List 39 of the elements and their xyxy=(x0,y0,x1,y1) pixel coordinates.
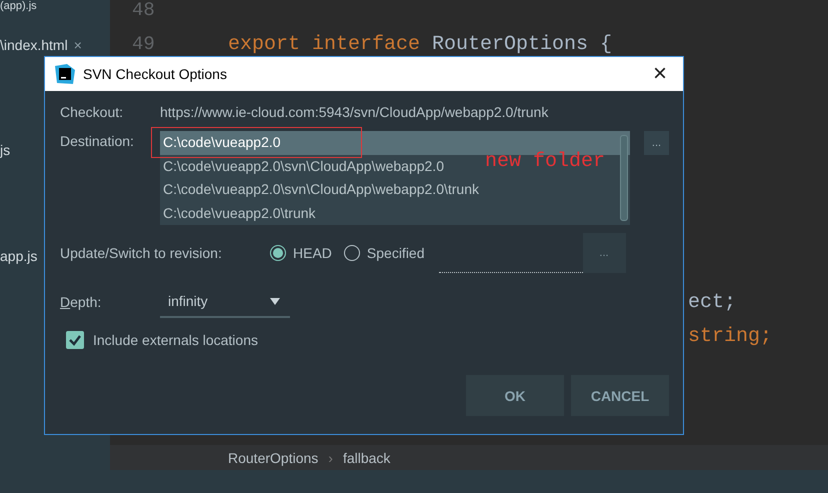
ok-button[interactable]: OK xyxy=(466,375,564,416)
code-keyword: export interface xyxy=(228,32,420,56)
dropdown-caret-icon xyxy=(270,298,280,304)
code-keyword: string; xyxy=(688,324,772,348)
breadcrumb-separator: › xyxy=(328,450,333,466)
field-label: Depth: xyxy=(60,294,102,310)
depth-dropdown[interactable]: infinity xyxy=(160,286,290,318)
breadcrumb-item[interactable]: fallback xyxy=(342,450,390,466)
close-tab-button[interactable]: × xyxy=(74,37,82,53)
radio-button[interactable] xyxy=(344,245,360,261)
cancel-button[interactable]: CANCEL xyxy=(571,375,669,416)
breadcrumb-item[interactable]: RouterOptions xyxy=(228,450,318,466)
checkbox-label[interactable]: Include externals locations xyxy=(93,332,258,348)
code-text: RouterOptions { xyxy=(432,32,612,56)
destination-option[interactable]: C:\code\vueapp2.0\svn\CloudApp\webapp2.0\trunk xyxy=(160,178,479,202)
radio-label[interactable]: HEAD xyxy=(293,245,332,261)
radio-button[interactable] xyxy=(270,245,286,261)
file-tab-label[interactable]: js xyxy=(0,142,10,158)
line-number: 48 xyxy=(132,0,155,21)
field-label: Update/Switch to revision: xyxy=(60,245,223,261)
field-label: Checkout: xyxy=(60,104,124,120)
browse-button[interactable]: ... xyxy=(644,131,669,155)
app-logo-icon xyxy=(55,64,75,84)
checkout-url: https://www.ie-cloud.com:5943/svn/CloudApp/webapp2.0/trunk xyxy=(160,104,548,120)
file-tab-label[interactable]: \index.html xyxy=(0,37,68,53)
scrollbar-thumb[interactable] xyxy=(620,135,628,221)
field-label: Destination: xyxy=(60,132,135,149)
destination-option[interactable]: C:\code\vueapp2.0\trunk xyxy=(160,202,316,225)
annotation-text: new folder xyxy=(485,152,606,172)
code-text: ect; xyxy=(688,290,736,314)
checkbox[interactable] xyxy=(66,331,84,349)
file-tab-label[interactable]: app.js xyxy=(0,248,38,264)
dialog-title: SVN Checkout Options xyxy=(83,66,228,82)
browse-button[interactable]: ... xyxy=(582,233,626,273)
file-tab-label[interactable]: (app).js xyxy=(0,0,37,12)
radio-label[interactable]: Specified xyxy=(366,245,424,261)
destination-option[interactable]: C:\code\vueapp2.0\svn\CloudApp\webapp2.0 xyxy=(160,154,444,178)
line-number: 49 xyxy=(132,33,155,55)
close-button[interactable]: × xyxy=(646,62,673,86)
